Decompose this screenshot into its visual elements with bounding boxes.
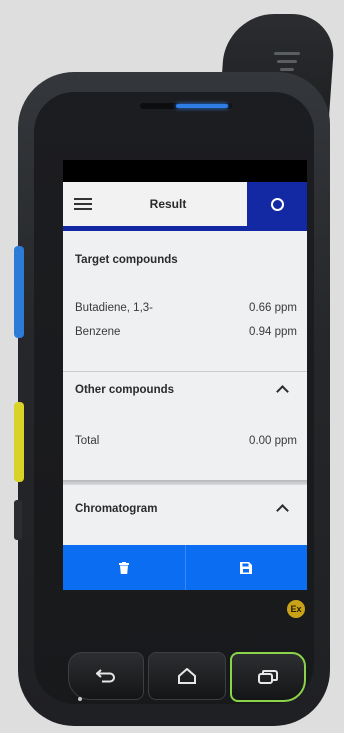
antenna-vent [280, 68, 294, 71]
recent-apps-button[interactable] [230, 652, 306, 702]
status-ring-icon [270, 197, 284, 211]
result-content: Target compounds Butadiene, 1,3- 0.66 pp… [63, 231, 307, 545]
trash-icon [118, 561, 129, 574]
list-item: Benzene 0.94 ppm [75, 326, 297, 338]
compound-name: Benzene [75, 326, 121, 338]
compound-name: Total [75, 435, 100, 447]
ex-certification-badge: Ex [287, 600, 305, 618]
antenna-vent [274, 52, 300, 55]
compound-value: 0.00 ppm [249, 435, 297, 447]
section-title-other-compounds[interactable]: Other compounds [75, 384, 174, 396]
home-button[interactable] [148, 652, 226, 700]
recent-apps-icon [258, 670, 278, 684]
back-arrow-icon [96, 669, 115, 683]
section-separator [63, 480, 307, 485]
chevron-up-icon[interactable] [276, 385, 289, 398]
home-icon [178, 668, 196, 684]
device-photo: Result Target compounds Butadiene, 1,3- … [0, 0, 344, 733]
delete-button[interactable] [63, 545, 185, 590]
microphone-hole [78, 697, 82, 701]
compound-value: 0.94 ppm [249, 326, 297, 338]
led-indicator [176, 104, 228, 108]
section-title-target-compounds: Target compounds [75, 254, 178, 266]
hamburger-menu-icon[interactable] [63, 182, 103, 226]
side-button-blue[interactable] [14, 246, 24, 338]
side-button-yellow[interactable] [14, 402, 24, 482]
app-bar: Result [63, 182, 307, 226]
divider [63, 371, 307, 372]
status-bar [63, 160, 307, 182]
compound-name: Butadiene, 1,3- [75, 302, 154, 314]
chevron-up-icon[interactable] [276, 504, 289, 517]
device-screen: Result Target compounds Butadiene, 1,3- … [63, 160, 307, 590]
back-button[interactable] [68, 652, 144, 700]
list-item: Total 0.00 ppm [75, 435, 297, 447]
compound-value: 0.66 ppm [249, 302, 297, 314]
page-title: Result [149, 197, 187, 211]
status-button[interactable] [247, 182, 307, 226]
save-button[interactable] [184, 545, 308, 590]
save-icon [240, 561, 253, 574]
antenna-vent [277, 60, 297, 63]
bottom-action-bar [63, 545, 307, 590]
side-button-dark[interactable] [14, 500, 22, 540]
list-item: Butadiene, 1,3- 0.66 ppm [75, 302, 297, 314]
section-title-chromatogram[interactable]: Chromatogram [75, 503, 157, 515]
